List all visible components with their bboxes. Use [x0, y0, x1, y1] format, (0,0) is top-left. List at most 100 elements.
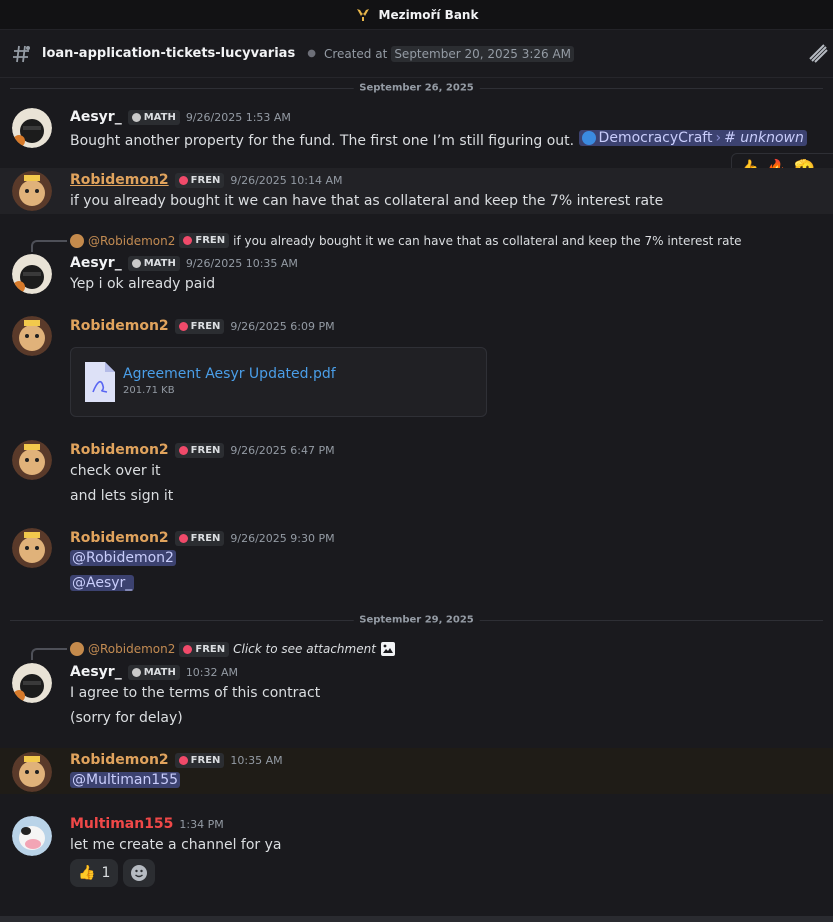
message-text: check over it	[70, 463, 161, 479]
message[interactable]: Robidemon2 FREN 9/26/2025 10:14 AM if yo…	[0, 168, 833, 214]
message-text: if you already bought it we can have tha…	[70, 193, 664, 209]
message-text: Yep i ok already paid	[70, 276, 216, 292]
username[interactable]: Robidemon2	[70, 172, 169, 188]
role-tag: FREN	[174, 318, 225, 334]
file-name-link[interactable]: Agreement Aesyr Updated.pdf	[123, 366, 336, 382]
reply-avatar	[70, 642, 84, 656]
server-logo-icon	[356, 8, 369, 21]
timestamp: 10:32 AM	[185, 665, 239, 679]
channel-header: loan-application-tickets-lucyvarias ● Cr…	[0, 30, 833, 78]
file-attachment[interactable]: Agreement Aesyr Updated.pdf 201.71 KB	[70, 347, 487, 417]
role-tag: FREN	[174, 752, 225, 768]
heart-icon	[183, 236, 193, 245]
role-tag: FREN	[174, 442, 225, 458]
timestamp: 9/26/2025 10:35 AM	[185, 256, 298, 270]
user-mention[interactable]: @Robidemon2	[70, 550, 176, 566]
user-mention[interactable]: @Multiman155	[70, 772, 181, 788]
separator-dot: ●	[307, 48, 316, 59]
threads-icon[interactable]	[807, 42, 829, 64]
composer-edge	[0, 916, 833, 922]
username[interactable]: Robidemon2	[70, 752, 169, 768]
message[interactable]: @Robidemon2 FREN Click to see attachment…	[0, 638, 833, 736]
reply-spine	[31, 648, 67, 660]
title-bar: Mezimoří Bank	[0, 0, 833, 30]
message[interactable]: @Robidemon2 FREN if you already bought i…	[0, 230, 833, 298]
channel-link[interactable]: DemocracyCraft › # unknown	[578, 130, 807, 146]
username[interactable]: Aesyr_	[70, 664, 122, 680]
thumbs-up-reaction[interactable]: 👍 1	[70, 859, 119, 887]
add-reaction-button[interactable]	[123, 859, 156, 887]
message-text: (sorry for delay)	[70, 710, 183, 726]
timestamp: 1:34 PM	[179, 817, 224, 831]
heart-icon	[178, 755, 188, 765]
reply-username[interactable]: @Robidemon2	[88, 642, 175, 656]
channel-link-name: # unknown	[724, 130, 804, 146]
heart-icon	[178, 175, 188, 185]
created-label: Created at	[323, 46, 388, 61]
timestamp: 9/26/2025 6:47 PM	[230, 443, 335, 457]
heart-icon	[178, 533, 188, 543]
message-text: let me create a channel for ya	[70, 837, 282, 853]
reply-text: Click to see attachment	[233, 642, 376, 656]
avatar[interactable]	[12, 254, 52, 294]
role-tag: MATH	[127, 109, 180, 125]
thread-channel-icon	[13, 45, 30, 62]
image-icon	[380, 642, 395, 656]
heart-icon	[178, 321, 188, 331]
channel-link-server: DemocracyCraft	[598, 130, 713, 146]
reply-reference[interactable]: @Robidemon2 FREN if you already bought i…	[70, 233, 742, 248]
timestamp: 9/26/2025 9:30 PM	[230, 531, 335, 545]
avatar[interactable]	[12, 752, 52, 792]
file-size: 201.71 KB	[123, 385, 175, 396]
role-tag: FREN	[174, 172, 225, 188]
reply-username[interactable]: @Robidemon2	[88, 234, 175, 248]
math-icon	[131, 112, 141, 122]
message-text: Bought another property for the fund. Th…	[70, 133, 575, 149]
username[interactable]: Multiman155	[70, 816, 173, 832]
math-icon	[131, 258, 141, 268]
role-tag: FREN	[179, 641, 230, 657]
reply-reference[interactable]: @Robidemon2 FREN Click to see attachment	[70, 641, 396, 657]
add-reaction-icon	[131, 865, 148, 881]
role-tag: MATH	[127, 255, 180, 271]
thumbs-up-icon: 👍	[78, 865, 96, 881]
avatar[interactable]	[12, 108, 52, 148]
username[interactable]: Robidemon2	[70, 530, 169, 546]
message-text: and lets sign it	[70, 488, 174, 504]
message[interactable]: Aesyr_ MATH 9/26/2025 1:53 AM Bought ano…	[0, 100, 833, 156]
message[interactable]: Robidemon2 FREN 9/26/2025 9:30 PM @Robid…	[0, 522, 833, 598]
message[interactable]: Robidemon2 FREN 10:35 AM @Multiman155	[0, 748, 833, 794]
username[interactable]: Robidemon2	[70, 442, 169, 458]
user-mention[interactable]: @Aesyr_	[70, 575, 135, 591]
reply-text: if you already bought it we can have tha…	[233, 233, 742, 248]
avatar[interactable]	[12, 816, 52, 856]
heart-icon	[183, 644, 193, 654]
date-divider: September 29, 2025	[10, 614, 823, 626]
date-divider: September 26, 2025	[10, 82, 823, 94]
avatar[interactable]	[12, 171, 52, 211]
timestamp: 9/26/2025 10:14 AM	[230, 173, 343, 187]
created-date: September 20, 2025 3:26 AM	[391, 45, 575, 62]
reply-spine	[31, 240, 67, 252]
role-tag: MATH	[127, 664, 180, 680]
reply-avatar	[70, 233, 84, 248]
channel-name[interactable]: loan-application-tickets-lucyvarias	[42, 46, 295, 61]
avatar[interactable]	[12, 663, 52, 703]
server-icon	[581, 131, 596, 145]
avatar[interactable]	[12, 440, 52, 480]
avatar[interactable]	[12, 316, 52, 356]
username[interactable]: Aesyr_	[70, 109, 122, 125]
username[interactable]: Aesyr_	[70, 255, 122, 271]
message-text: I agree to the terms of this contract	[70, 685, 321, 701]
role-tag: FREN	[174, 530, 225, 546]
avatar[interactable]	[12, 528, 52, 568]
username[interactable]: Robidemon2	[70, 318, 169, 334]
chevron-right-icon: ›	[715, 130, 722, 146]
heart-icon	[178, 445, 188, 455]
timestamp: 9/26/2025 1:53 AM	[185, 110, 291, 124]
date-divider-label: September 26, 2025	[353, 82, 480, 94]
timestamp: 9/26/2025 6:09 PM	[230, 319, 335, 333]
message[interactable]: Robidemon2 FREN 9/26/2025 6:47 PM check …	[0, 434, 833, 508]
message[interactable]: Robidemon2 FREN 9/26/2025 6:09 PM Agreem…	[0, 310, 833, 420]
message-content: Bought another property for the fund. Th…	[70, 130, 807, 149]
